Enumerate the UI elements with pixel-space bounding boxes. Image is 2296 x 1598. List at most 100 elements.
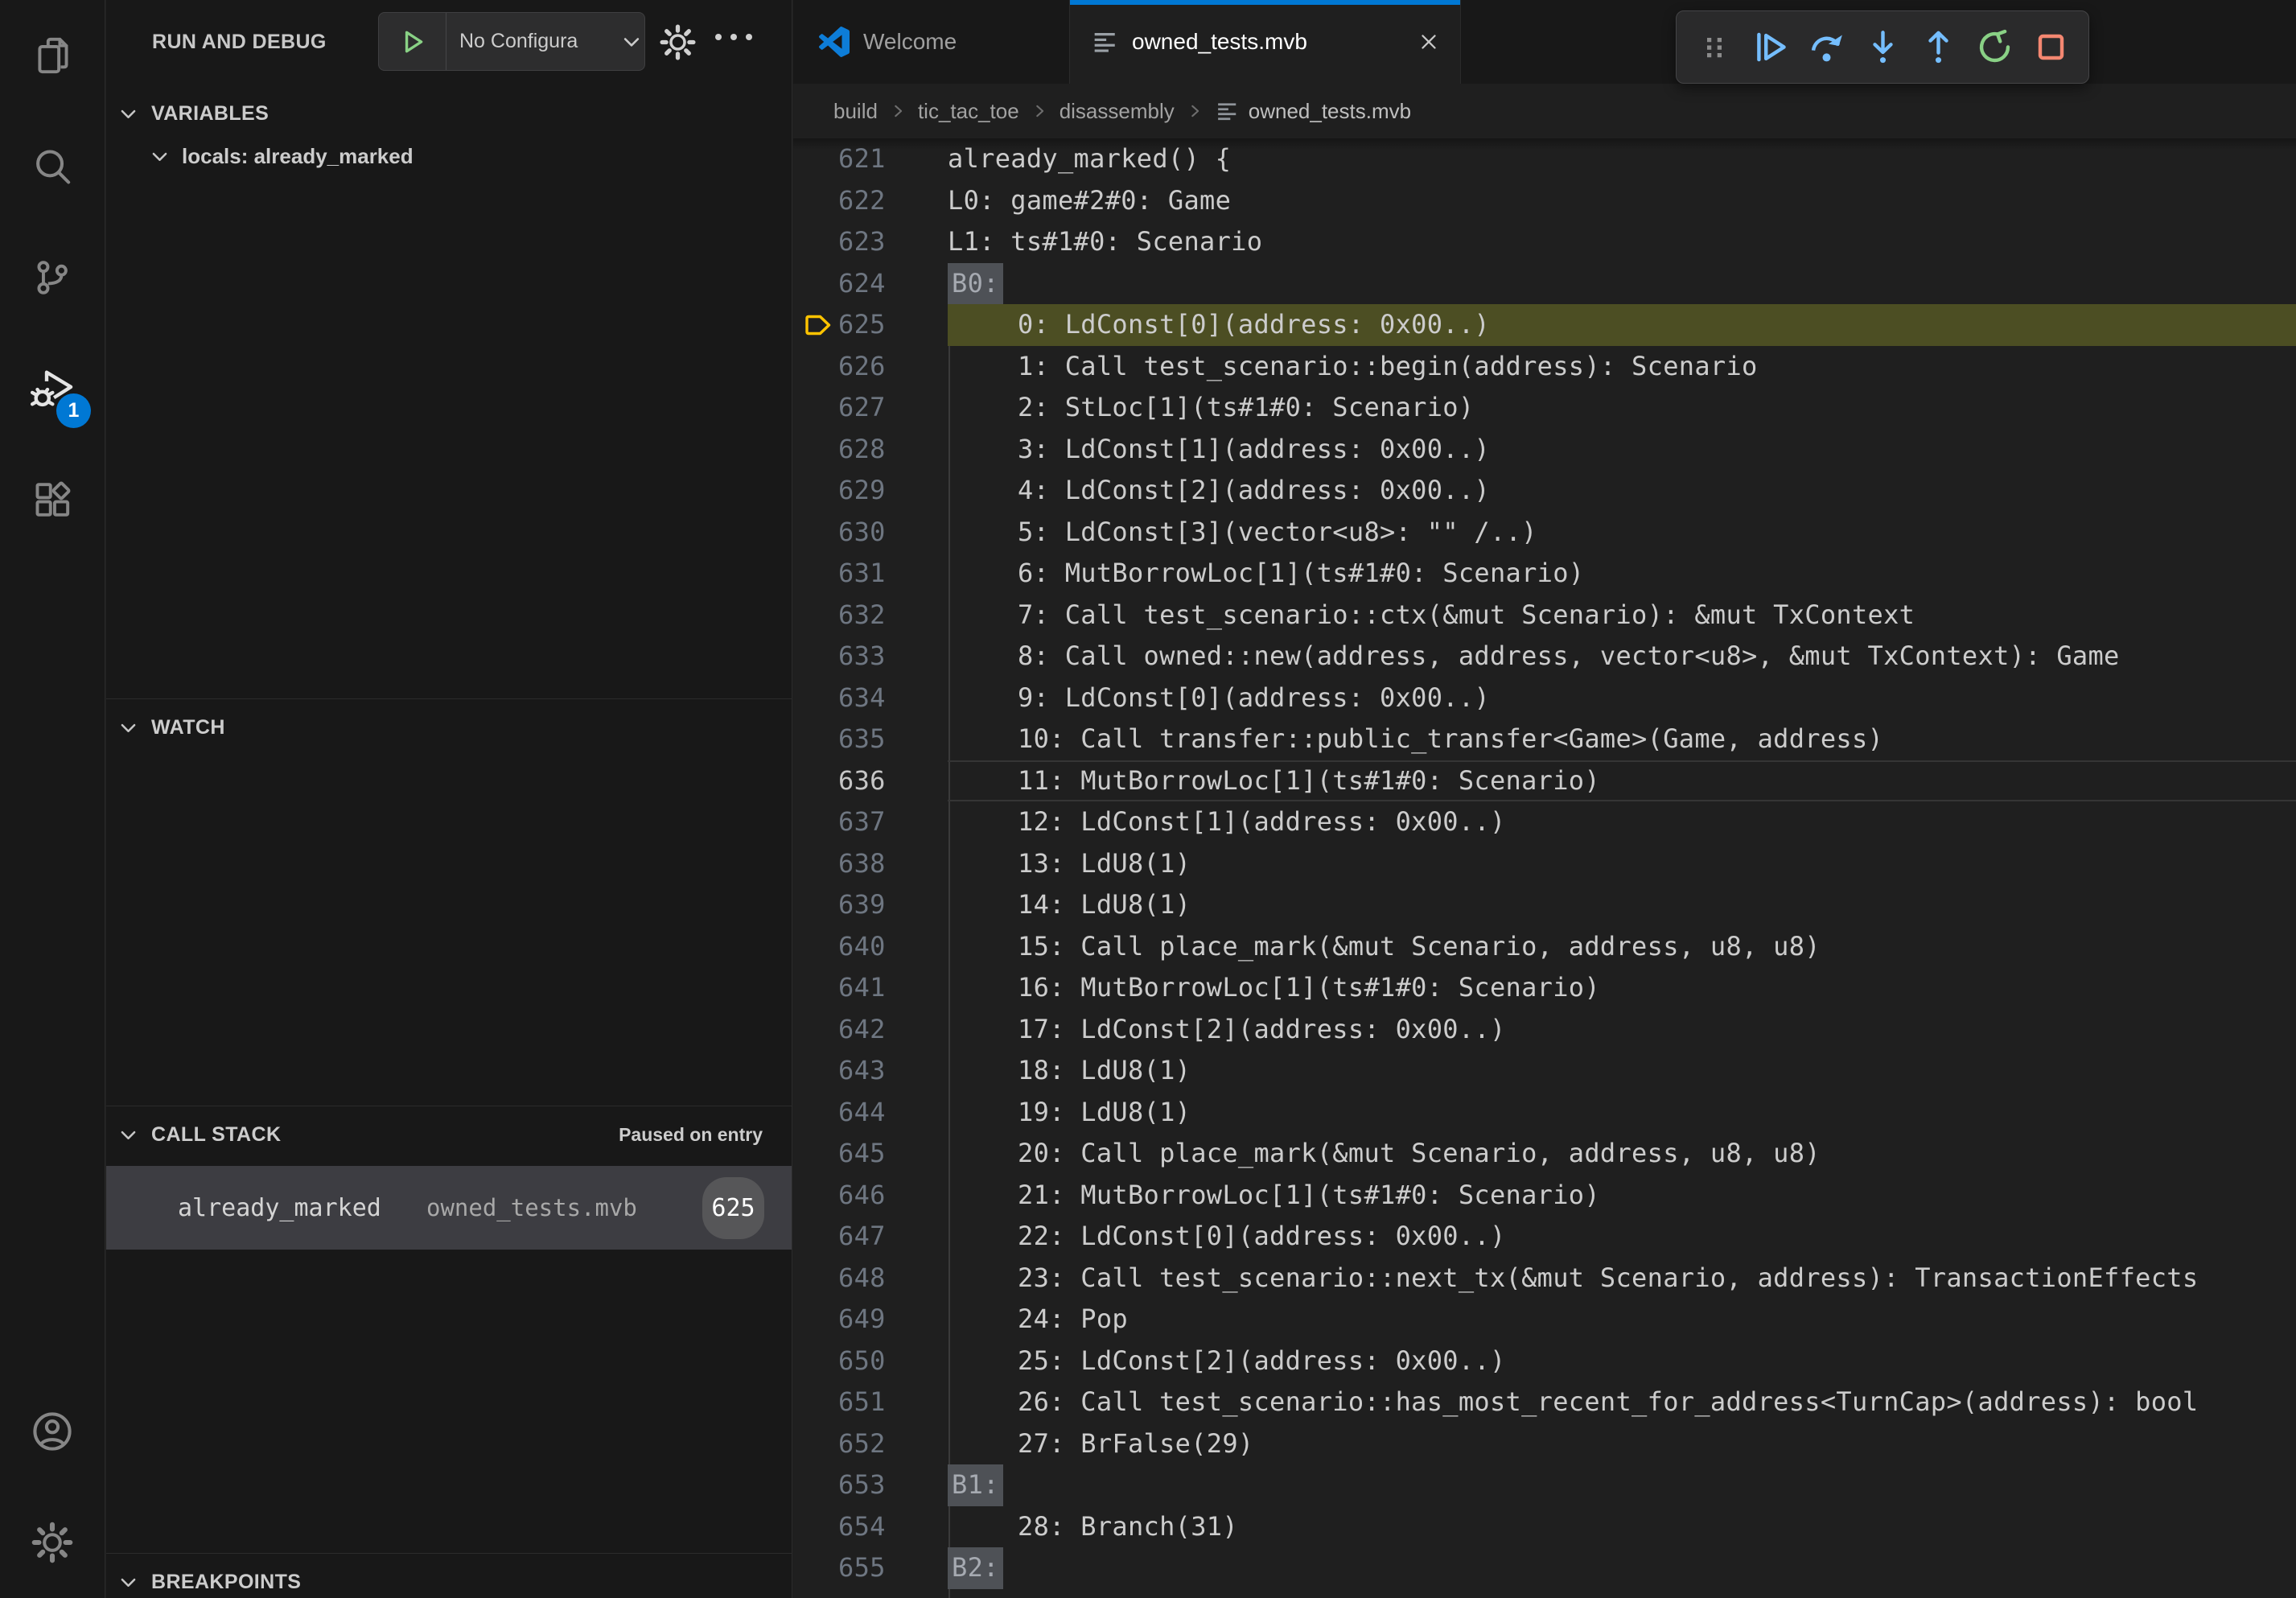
- gutter-glyph-margin[interactable]: [803, 801, 838, 843]
- code-text[interactable]: 7: Call test_scenario::ctx(&mut Scenario…: [948, 595, 2296, 636]
- restart-button[interactable]: [1970, 19, 2020, 76]
- code-text[interactable]: 23: Call test_scenario::next_tx(&mut Sce…: [948, 1258, 2296, 1299]
- gutter-glyph-margin[interactable]: [803, 967, 838, 1009]
- code-text[interactable]: 17: LdConst[2](address: 0x00..): [948, 1009, 2296, 1051]
- breadcrumb-item[interactable]: disassembly: [1060, 99, 1175, 124]
- launch-settings-button[interactable]: [659, 23, 697, 61]
- code-text[interactable]: 20: Call place_mark(&mut Scenario, addre…: [948, 1133, 2296, 1175]
- gutter-glyph-margin[interactable]: [803, 221, 838, 263]
- code-text[interactable]: B2:: [948, 1547, 2296, 1589]
- code-text[interactable]: 24: Pop: [948, 1299, 2296, 1341]
- activity-item-extensions[interactable]: [0, 444, 105, 555]
- gutter-glyph-margin[interactable]: [803, 1050, 838, 1092]
- code-text[interactable]: 12: LdConst[1](address: 0x00..): [948, 801, 2296, 843]
- code-text[interactable]: 19: LdU8(1): [948, 1092, 2296, 1134]
- step-into-button[interactable]: [1858, 19, 1907, 76]
- stack-frame-row[interactable]: already_marked owned_tests.mvb 625: [106, 1166, 792, 1250]
- code-text[interactable]: 10: Call transfer::public_transfer<Game>…: [948, 719, 2296, 760]
- gutter-glyph-margin[interactable]: [803, 1216, 838, 1258]
- code-text[interactable]: 25: LdConst[2](address: 0x00..): [948, 1341, 2296, 1382]
- code-text[interactable]: L0: game#2#0: Game: [948, 180, 2296, 222]
- gutter-glyph-margin[interactable]: [803, 1092, 838, 1134]
- gutter-glyph-margin[interactable]: [803, 346, 838, 388]
- breadcrumb-item[interactable]: tic_tac_toe: [918, 99, 1019, 124]
- gutter-glyph-margin[interactable]: [803, 636, 838, 678]
- code-text[interactable]: 14: LdU8(1): [948, 884, 2296, 926]
- code-text[interactable]: 26: Call test_scenario::has_most_recent_…: [948, 1382, 2296, 1423]
- step-out-button[interactable]: [1914, 19, 1964, 76]
- code-text[interactable]: 11: MutBorrowLoc[1](ts#1#0: Scenario): [948, 760, 2296, 802]
- code-text[interactable]: B0:: [948, 263, 2296, 305]
- code-text[interactable]: already_marked() {: [948, 138, 2296, 180]
- code-text[interactable]: 13: LdU8(1): [948, 843, 2296, 885]
- tab-owned-tests[interactable]: owned_tests.mvb: [1070, 0, 1461, 84]
- gutter-glyph-margin[interactable]: [803, 595, 838, 636]
- gutter-glyph-margin[interactable]: [803, 1133, 838, 1175]
- gutter-glyph-margin[interactable]: [803, 387, 838, 429]
- code-text[interactable]: 4: LdConst[2](address: 0x00..): [948, 470, 2296, 512]
- gutter-glyph-margin[interactable]: [803, 512, 838, 554]
- code-text[interactable]: 0: LdConst[0](address: 0x00..): [948, 304, 2296, 346]
- gutter-glyph-margin[interactable]: [803, 884, 838, 926]
- toolbar-drag-handle[interactable]: [1689, 19, 1739, 76]
- code-text[interactable]: 16: MutBorrowLoc[1](ts#1#0: Scenario): [948, 967, 2296, 1009]
- gutter-glyph-margin[interactable]: [803, 1341, 838, 1382]
- gutter-glyph-margin[interactable]: [803, 1009, 838, 1051]
- code-text[interactable]: 28: Branch(31): [948, 1506, 2296, 1548]
- call-stack-section-header[interactable]: CALL STACK Paused on entry: [106, 1113, 792, 1156]
- gutter-glyph-margin[interactable]: [803, 138, 838, 180]
- code-text[interactable]: 6: MutBorrowLoc[1](ts#1#0: Scenario): [948, 553, 2296, 595]
- gutter-glyph-margin[interactable]: [803, 1547, 838, 1589]
- activity-item-source-control[interactable]: [0, 222, 105, 333]
- gutter-glyph-margin[interactable]: [803, 678, 838, 719]
- activity-item-explorer[interactable]: [0, 0, 105, 111]
- variables-scope-row[interactable]: locals: already_marked: [106, 135, 792, 177]
- step-over-button[interactable]: [1801, 19, 1851, 76]
- start-debugging-button[interactable]: [379, 13, 446, 70]
- watch-section-header[interactable]: WATCH: [106, 706, 792, 749]
- gutter-glyph-margin[interactable]: [803, 1464, 838, 1506]
- breadcrumb-item[interactable]: build: [833, 99, 878, 124]
- stop-button[interactable]: [2026, 19, 2076, 76]
- gutter-glyph-margin[interactable]: [803, 719, 838, 760]
- code-text[interactable]: 8: Call owned::new(address, address, vec…: [948, 636, 2296, 678]
- code-text[interactable]: 1: Call test_scenario::begin(address): S…: [948, 346, 2296, 388]
- tab-welcome[interactable]: Welcome: [793, 0, 1070, 84]
- code-text[interactable]: 3: LdConst[1](address: 0x00..): [948, 429, 2296, 471]
- gutter-glyph-margin[interactable]: [803, 304, 838, 346]
- gutter-glyph-margin[interactable]: [803, 1506, 838, 1548]
- gutter-glyph-margin[interactable]: [803, 1423, 838, 1465]
- code-text[interactable]: 22: LdConst[0](address: 0x00..): [948, 1216, 2296, 1258]
- code-text[interactable]: 2: StLoc[1](ts#1#0: Scenario): [948, 387, 2296, 429]
- breakpoints-section-header[interactable]: BREAKPOINTS: [106, 1560, 792, 1598]
- gutter-glyph-margin[interactable]: [803, 1175, 838, 1217]
- activity-item-accounts[interactable]: [0, 1376, 105, 1487]
- continue-button[interactable]: [1746, 19, 1796, 76]
- code-text[interactable]: 5: LdConst[3](vector<u8>: "" /..): [948, 512, 2296, 554]
- code-text[interactable]: 15: Call place_mark(&mut Scenario, addre…: [948, 926, 2296, 968]
- gutter-glyph-margin[interactable]: [803, 1382, 838, 1423]
- code-text[interactable]: 9: LdConst[0](address: 0x00..): [948, 678, 2296, 719]
- gutter-glyph-margin[interactable]: [803, 263, 838, 305]
- activity-item-settings[interactable]: [0, 1487, 105, 1598]
- views-and-more-actions-button[interactable]: [715, 34, 752, 40]
- activity-item-search[interactable]: [0, 111, 105, 222]
- debug-config-dropdown[interactable]: No Configura: [378, 12, 645, 71]
- gutter-glyph-margin[interactable]: [803, 1299, 838, 1341]
- variables-section-header[interactable]: VARIABLES: [106, 92, 792, 135]
- code-text[interactable]: 21: MutBorrowLoc[1](ts#1#0: Scenario): [948, 1175, 2296, 1217]
- gutter-glyph-margin[interactable]: [803, 926, 838, 968]
- gutter-glyph-margin[interactable]: [803, 180, 838, 222]
- gutter-glyph-margin[interactable]: [803, 553, 838, 595]
- activity-item-run-and-debug[interactable]: 1: [0, 333, 105, 444]
- gutter-glyph-margin[interactable]: [803, 1258, 838, 1299]
- code-text[interactable]: 27: BrFalse(29): [948, 1423, 2296, 1465]
- code-text[interactable]: 18: LdU8(1): [948, 1050, 2296, 1092]
- gutter-glyph-margin[interactable]: [803, 760, 838, 802]
- gutter-glyph-margin[interactable]: [803, 470, 838, 512]
- code-text[interactable]: L1: ts#1#0: Scenario: [948, 221, 2296, 263]
- close-tab-icon[interactable]: [1417, 30, 1441, 54]
- code-text[interactable]: B1:: [948, 1464, 2296, 1506]
- breadcrumb-item[interactable]: owned_tests.mvb: [1249, 99, 1411, 124]
- gutter-glyph-margin[interactable]: [803, 429, 838, 471]
